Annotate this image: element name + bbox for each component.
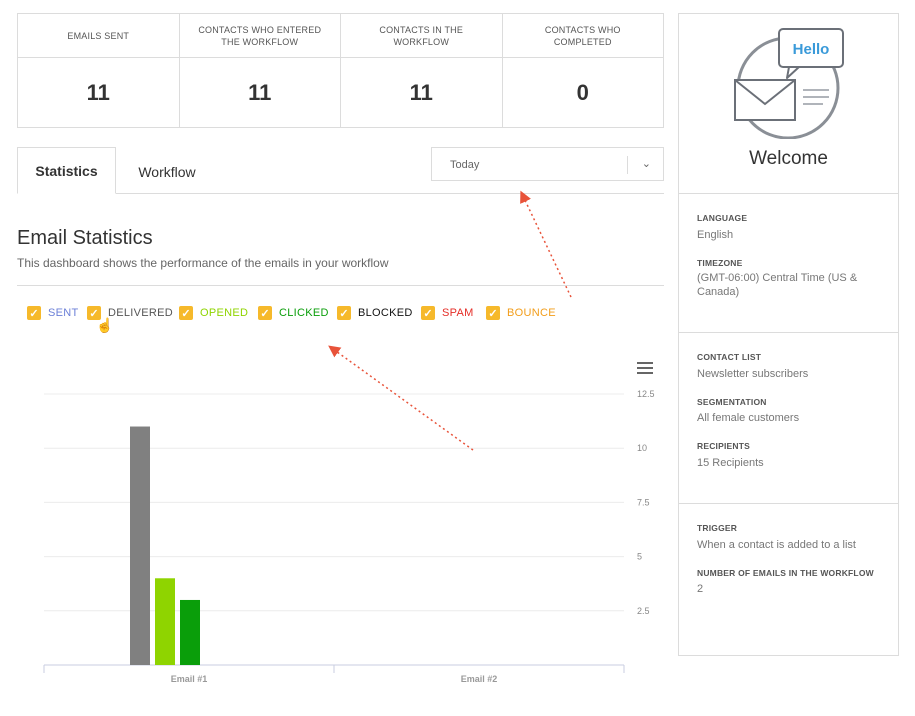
bar-delivered: [130, 426, 150, 665]
stat-value: 0: [576, 79, 589, 105]
num-emails-label: NUMBER OF EMAILS IN THE WORKFLOW: [697, 568, 874, 578]
recipients-value: 15 Recipients: [697, 457, 764, 469]
hand-cursor-icon: ☝: [96, 317, 114, 333]
stat-label: EMAILS SENT: [18, 14, 179, 58]
annotation-arrow-to-legend: [328, 345, 474, 451]
legend-label: CLICKED: [279, 307, 329, 319]
stat-label: CONTACTS IN THE WORKFLOW: [341, 14, 502, 58]
stat-value: 11: [409, 79, 433, 105]
divider: [679, 332, 898, 333]
trigger-label: TRIGGER: [697, 523, 738, 533]
checkbox-checked-icon[interactable]: ✓: [337, 306, 351, 320]
welcome-illustration: Hello: [734, 28, 844, 139]
legend-label: BOUNCE: [507, 307, 556, 319]
tab-workflow[interactable]: Workflow: [121, 149, 213, 195]
x-tick-label: Email #2: [461, 674, 498, 684]
segmentation-label: SEGMENTATION: [697, 397, 767, 407]
date-range-value: Today: [450, 159, 480, 171]
legend-item-sent[interactable]: ✓ SENT: [27, 306, 79, 320]
y-tick-label: 12.5: [637, 389, 655, 399]
stat-contacts-in-workflow: CONTACTS IN THE WORKFLOW 11: [341, 14, 503, 127]
checkbox-checked-icon[interactable]: ✓: [258, 306, 272, 320]
y-tick-label: 10: [637, 443, 647, 453]
annotation-arrow-to-date-select: [520, 190, 572, 298]
stat-label: CONTACTS WHO ENTERED THE WORKFLOW: [179, 14, 340, 58]
stat-value: 11: [248, 79, 272, 105]
legend-item-bounce[interactable]: ✓ BOUNCE: [486, 306, 556, 320]
y-tick-label: 2.5: [637, 606, 650, 616]
y-tick-label: 7.5: [637, 497, 650, 507]
legend-label: SPAM: [442, 307, 474, 319]
tab-statistics[interactable]: Statistics: [17, 147, 116, 194]
contact-list-value: Newsletter subscribers: [697, 368, 809, 380]
section-subtitle: This dashboard shows the performance of …: [17, 256, 389, 270]
checkbox-checked-icon[interactable]: ✓: [421, 306, 435, 320]
stat-contacts-entered: CONTACTS WHO ENTERED THE WORKFLOW 11: [179, 14, 341, 127]
divider: [679, 503, 898, 504]
divider: [679, 193, 898, 194]
section-title: Email Statistics: [17, 227, 153, 249]
legend-label: DELIVERED: [108, 307, 174, 319]
hello-text: Hello: [793, 41, 830, 58]
legend-label: SENT: [48, 307, 79, 319]
trigger-value: When a contact is added to a list: [697, 539, 856, 551]
welcome-title: Welcome: [749, 148, 828, 169]
legend-item-opened[interactable]: ✓ OPENED: [179, 306, 248, 320]
checkbox-checked-icon[interactable]: ✓: [27, 306, 41, 320]
workflow-sidebar: Hello Welcome LANGUAGE English TIMEZONE …: [678, 13, 899, 656]
stat-contacts-completed: CONTACTS WHO COMPLETED 0: [502, 14, 663, 127]
legend-item-spam[interactable]: ✓ SPAM: [421, 306, 474, 320]
y-tick-label: 5: [637, 552, 642, 562]
chart-menu-icon[interactable]: [637, 362, 653, 377]
select-divider: [627, 156, 628, 174]
stat-value: 11: [86, 79, 110, 105]
bar-opened: [155, 578, 175, 665]
language-value: English: [697, 229, 734, 241]
stats-row: EMAILS SENT 11 CONTACTS WHO ENTERED THE …: [17, 13, 664, 128]
speech-bubble-tail: [786, 66, 800, 79]
divider: [17, 285, 664, 286]
num-emails-value: 2: [697, 583, 704, 595]
segmentation-value: All female customers: [697, 412, 800, 424]
recipients-label: RECIPIENTS: [697, 441, 751, 451]
bar-clicked: [180, 599, 200, 665]
checkbox-checked-icon[interactable]: ✓: [179, 306, 193, 320]
language-label: LANGUAGE: [697, 213, 748, 223]
timezone-label: TIMEZONE: [697, 258, 743, 268]
checkbox-checked-icon[interactable]: ✓: [486, 306, 500, 320]
legend-label: BLOCKED: [358, 307, 413, 319]
contact-list-label: CONTACT LIST: [697, 352, 762, 362]
legend-item-blocked[interactable]: ✓ BLOCKED: [337, 306, 413, 320]
x-tick-label: Email #1: [171, 674, 208, 684]
legend-item-clicked[interactable]: ✓ CLICKED: [258, 306, 329, 320]
legend-label: OPENED: [200, 307, 249, 319]
timezone-value: (GMT-06:00) Central Time (US & Canada): [697, 272, 858, 298]
date-range-select[interactable]: Today ⌄: [431, 147, 664, 181]
chevron-down-icon[interactable]: ⌄: [642, 157, 651, 170]
stat-emails-sent: EMAILS SENT 11: [18, 14, 180, 127]
stat-label: CONTACTS WHO COMPLETED: [502, 14, 663, 58]
